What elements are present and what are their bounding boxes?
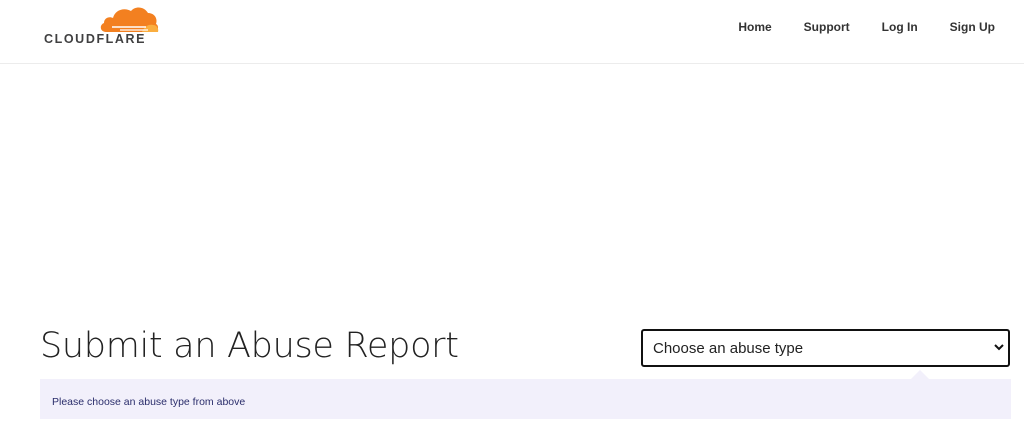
nav-signup-link[interactable]: Sign Up xyxy=(950,18,995,36)
logo-wordmark: CLOUDFLARE xyxy=(44,32,147,46)
abuse-type-select-wrapper: Choose an abuse type xyxy=(641,329,1010,367)
cloud-icon xyxy=(100,7,159,32)
top-nav: Home Support Log In Sign Up xyxy=(706,18,995,36)
info-message: Please choose an abuse type from above xyxy=(52,396,246,408)
nav-support-link[interactable]: Support xyxy=(804,18,850,36)
abuse-type-select[interactable]: Choose an abuse type xyxy=(641,329,1010,367)
nav-home-link[interactable]: Home xyxy=(738,18,771,36)
page-title: Submit an Abuse Report xyxy=(40,326,459,366)
info-pointer-arrow xyxy=(911,370,929,379)
site-header: CLOUDFLARE Home Support Log In Sign Up xyxy=(0,0,1024,64)
nav-login-link[interactable]: Log In xyxy=(882,18,918,36)
info-message-box: Please choose an abuse type from above xyxy=(40,379,1011,419)
cloudflare-logo[interactable]: CLOUDFLARE xyxy=(44,5,164,49)
